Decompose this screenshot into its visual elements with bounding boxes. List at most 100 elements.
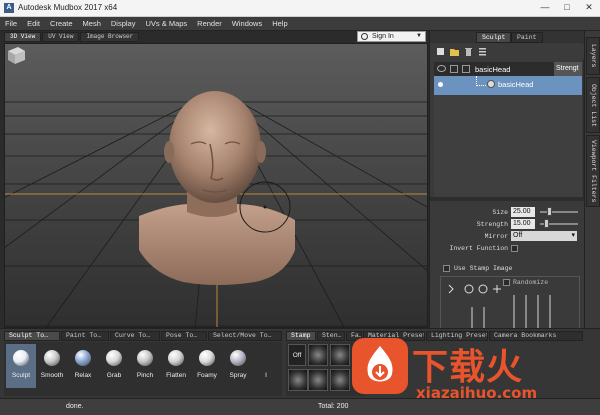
total-count: Total: 200 [318,403,349,410]
use-stamp-label: Use Stamp Image [454,265,513,272]
mirror-dropdown[interactable]: Off ▾ [511,231,577,241]
foamy-tool[interactable]: Foamy [192,344,222,388]
randomize-slider-2[interactable] [525,295,527,329]
menu-uvs-maps[interactable]: UVs & Maps [140,17,192,31]
strength-column-header: Strengt [554,62,582,76]
randomize-slider-4[interactable] [549,295,551,329]
user-icon [361,33,368,40]
layer-list-area [434,95,582,197]
stamp-image-1[interactable] [308,344,328,366]
flatten-icon [168,350,184,366]
sculpt-tool[interactable]: Sculpt [6,344,36,388]
pinch-tool[interactable]: Pinch [130,344,160,388]
sign-in-dropdown[interactable]: Sign In ▼ [357,31,426,42]
viewcube-icon[interactable] [5,44,27,66]
randomize-checkbox[interactable] [503,279,510,286]
minimize-button[interactable]: — [534,0,556,15]
folder-icon[interactable] [450,47,459,56]
relax-tool[interactable]: Relax [68,344,98,388]
watermark-chinese-text: 下载火 [412,347,524,388]
menu-help[interactable]: Help [267,17,292,31]
strength-slider-handle[interactable] [544,219,549,228]
menu-edit[interactable]: Edit [22,17,45,31]
app-icon: A [4,3,14,13]
layer-row-basichead[interactable]: basicHead [434,76,582,95]
stamp-off-button[interactable]: Off [288,344,306,366]
tool-label: Grab [106,372,122,379]
sign-in-label: Sign In [372,33,394,40]
stamp-image-4[interactable] [308,369,328,391]
trash-icon[interactable] [464,47,473,56]
maximize-button[interactable]: □ [556,0,578,15]
tab-image-browser[interactable]: Image Browser [80,32,140,42]
stamp-slider-1[interactable] [471,307,473,329]
next-tool[interactable]: I [254,344,278,388]
tool-label: Pinch [136,372,154,379]
invert-function-label: Invert Function [449,245,508,252]
tool-label: Spray [229,372,247,379]
mirror-value: Off [513,232,523,239]
tab-stamp[interactable]: Stamp [286,331,316,341]
tab-sculpt[interactable]: Sculpt [476,32,512,43]
new-layer-icon[interactable] [436,47,445,56]
tab-paint[interactable]: Paint [511,32,543,43]
stamp-slider-2[interactable] [483,307,485,329]
menu-create[interactable]: Create [45,17,78,31]
invert-function-checkbox[interactable] [511,245,518,252]
tab-3d-view[interactable]: 3D View [4,32,42,42]
tab-paint-tools[interactable]: Paint To… [61,331,109,341]
smooth-icon [44,350,60,366]
status-message: done. [66,403,84,410]
menu-display[interactable]: Display [106,17,141,31]
download-icon [367,346,393,382]
strength-field[interactable]: 15.00 [511,219,535,229]
tab-curve-tools[interactable]: Curve To… [110,331,160,341]
grab-tool[interactable]: Grab [99,344,129,388]
window-title: Autodesk Mudbox 2017 x64 [18,3,118,12]
mudbox-window: A Autodesk Mudbox 2017 x64 — □ ✕ File Ed… [0,0,600,415]
menu-mesh[interactable]: Mesh [78,17,106,31]
3d-viewport[interactable] [4,43,428,328]
size-label: Size [492,209,508,216]
sculpt-icon [13,350,29,366]
tab-viewport-filters[interactable]: Viewport Filters [586,135,600,207]
stamp-image-3[interactable] [288,369,308,391]
lock-icon[interactable] [450,65,458,73]
grab-icon [106,350,122,366]
tab-pose-tools[interactable]: Pose To… [161,331,207,341]
layer-header-name: basicHead [475,65,511,74]
size-slider-handle[interactable] [547,207,552,216]
menu-render[interactable]: Render [192,17,227,31]
menu-file[interactable]: File [0,17,22,31]
menu-bar: File Edit Create Mesh Display UVs & Maps… [0,17,600,31]
layer-checkbox[interactable] [462,65,470,73]
menu-icon[interactable] [478,47,487,56]
layer-toolbar [430,44,584,59]
stamp-image-5[interactable] [330,369,350,391]
foamy-icon [199,350,215,366]
smooth-tool[interactable]: Smooth [37,344,67,388]
close-button[interactable]: ✕ [578,0,600,15]
use-stamp-checkbox[interactable] [443,265,450,272]
tab-select-move-tools[interactable]: Select/Move To… [208,331,282,341]
randomize-slider-3[interactable] [537,295,539,329]
size-field[interactable]: 25.00 [511,207,535,217]
relax-icon [75,350,91,366]
tab-stencil[interactable]: Sten… [317,331,345,341]
randomize-label: Randomize [513,279,549,286]
spray-tool[interactable]: Spray [223,344,253,388]
watermark-logo [352,338,408,394]
stamp-image-2[interactable] [330,344,350,366]
tab-uv-view[interactable]: UV View [42,32,80,42]
flatten-tool[interactable]: Flatten [161,344,191,388]
title-bar: A Autodesk Mudbox 2017 x64 — □ ✕ [0,0,600,17]
tab-layers[interactable]: Layers [586,37,600,75]
visible-dot-icon[interactable] [438,82,443,87]
randomize-slider-1[interactable] [513,295,515,329]
menu-windows[interactable]: Windows [227,17,267,31]
right-panel-tabs: Sculpt Paint [430,31,584,43]
chevron-down-icon: ▾ [571,232,575,239]
eye-icon[interactable] [437,65,446,72]
tab-sculpt-tools[interactable]: Sculpt To… [4,331,60,341]
tab-object-list[interactable]: Object List [586,77,600,133]
